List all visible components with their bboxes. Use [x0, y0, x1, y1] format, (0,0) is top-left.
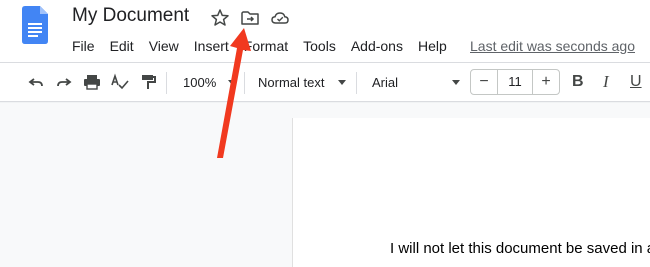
cloud-status-icon[interactable] [270, 8, 290, 28]
italic-button[interactable]: I [603, 72, 609, 92]
font-select[interactable]: Arial [372, 74, 398, 92]
spellcheck-icon[interactable] [110, 72, 130, 92]
app-header: My Document File Edit View Insert Format… [0, 0, 650, 62]
menu-tools[interactable]: Tools [303, 36, 336, 56]
toolbar-divider [166, 72, 167, 94]
menu-bar: File Edit View Insert Format Tools Add-o… [72, 36, 462, 56]
increase-font-size-button[interactable]: + [533, 70, 559, 94]
menu-edit[interactable]: Edit [110, 36, 134, 56]
toolbar-divider [244, 72, 245, 94]
print-icon[interactable] [82, 72, 102, 92]
bold-button[interactable]: B [572, 72, 584, 92]
menu-view[interactable]: View [149, 36, 179, 56]
document-title[interactable]: My Document [72, 5, 189, 27]
font-caret-icon [452, 80, 460, 85]
zoom-select[interactable]: 100% [183, 74, 216, 92]
menu-insert[interactable]: Insert [194, 36, 229, 56]
decrease-font-size-button[interactable]: − [471, 70, 497, 94]
underline-button[interactable]: U [630, 72, 642, 92]
menu-add-ons[interactable]: Add-ons [351, 36, 403, 56]
last-edit-link[interactable]: Last edit was seconds ago [470, 36, 635, 56]
menu-help[interactable]: Help [418, 36, 447, 56]
undo-icon[interactable] [26, 72, 46, 92]
menu-file[interactable]: File [72, 36, 95, 56]
font-size-input[interactable]: 11 [497, 70, 533, 94]
paragraph-style-select[interactable]: Normal text [258, 74, 324, 92]
document-body-text[interactable]: I will not let this document be saved in… [390, 240, 650, 258]
paint-format-icon[interactable] [138, 72, 158, 92]
font-size-stepper: − 11 + [470, 69, 560, 95]
redo-icon[interactable] [54, 72, 74, 92]
zoom-caret-icon [228, 80, 236, 85]
toolbar-divider [356, 72, 357, 94]
docs-logo-icon[interactable] [22, 6, 48, 44]
menu-format[interactable]: Format [244, 36, 288, 56]
star-icon[interactable] [210, 8, 230, 28]
move-to-folder-icon[interactable] [240, 8, 260, 28]
style-caret-icon [338, 80, 346, 85]
